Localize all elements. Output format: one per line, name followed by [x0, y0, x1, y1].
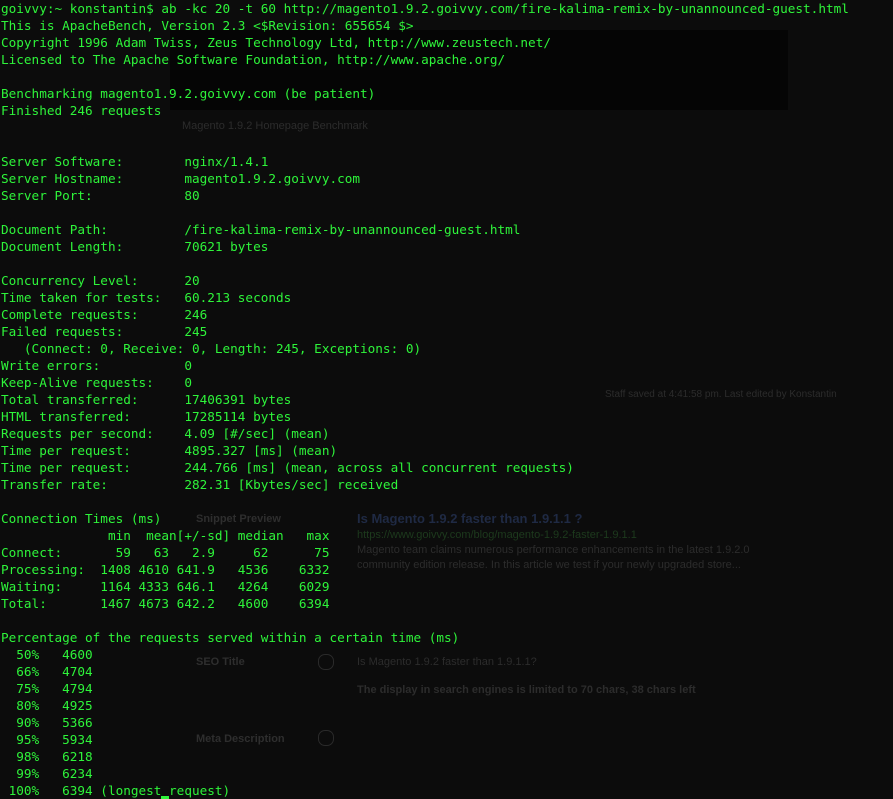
terminal-line-text: 99% 6234	[1, 766, 93, 781]
terminal-line-text: Keep-Alive requests: 0	[1, 375, 192, 390]
terminal-line: min mean[+/-sd] median max	[1, 527, 849, 544]
terminal-line: 100% 6394 (longest request)	[1, 782, 849, 799]
terminal-line: Server Software: nginx/1.4.1	[1, 153, 849, 170]
terminal-line: 50% 4600	[1, 646, 849, 663]
terminal-line: Server Hostname: magento1.9.2.goivvy.com	[1, 170, 849, 187]
command-prompt-line: goivvy:~ konstantin$ ab -kc 20 -t 60 htt…	[1, 0, 849, 17]
terminal-line: Time per request: 4895.327 [ms] (mean)	[1, 442, 849, 459]
terminal-line: Document Path: /fire-kalima-remix-by-una…	[1, 221, 849, 238]
terminal-line-text: Time taken for tests: 60.213 seconds	[1, 290, 292, 305]
terminal-line: Total: 1467 4673 642.2 4600 6394	[1, 595, 849, 612]
terminal-line-text: 75% 4794	[1, 681, 93, 696]
terminal-line: 99% 6234	[1, 765, 849, 782]
terminal-line-text: Concurrency Level: 20	[1, 273, 200, 288]
terminal-line-text: Connect: 59 63 2.9 62 75	[1, 545, 330, 560]
terminal-line: Server Port: 80	[1, 187, 849, 204]
terminal-line-text: Failed requests: 245	[1, 324, 208, 339]
terminal-line-text: Licensed to The Apache Software Foundati…	[1, 52, 506, 67]
terminal-line-text: min mean[+/-sd] median max	[1, 528, 330, 543]
terminal-line: Total transferred: 17406391 bytes	[1, 391, 849, 408]
terminal-line-text: 80% 4925	[1, 698, 93, 713]
terminal-line-text: Server Software: nginx/1.4.1	[1, 154, 269, 169]
terminal-line: Document Length: 70621 bytes	[1, 238, 849, 255]
terminal-line-text: Finished 246 requests	[1, 103, 162, 118]
terminal-line: HTML transferred: 17285114 bytes	[1, 408, 849, 425]
terminal-line: Benchmarking magento1.9.2.goivvy.com (be…	[1, 85, 849, 102]
terminal-line: Processing: 1408 4610 641.9 4536 6332	[1, 561, 849, 578]
terminal-line: This is ApacheBench, Version 2.3 <$Revis…	[1, 17, 849, 34]
terminal-line-text: (Connect: 0, Receive: 0, Length: 245, Ex…	[1, 341, 422, 356]
terminal-line: 66% 4704	[1, 663, 849, 680]
terminal-line-text: Waiting: 1164 4333 646.1 4264 6029	[1, 579, 330, 594]
terminal-line-text: Transfer rate: 282.31 [Kbytes/sec] recei…	[1, 477, 399, 492]
terminal-line-text: 95% 5934	[1, 732, 93, 747]
terminal-line: 90% 5366	[1, 714, 849, 731]
terminal-line: Concurrency Level: 20	[1, 272, 849, 289]
terminal-line-text: This is ApacheBench, Version 2.3 <$Revis…	[1, 18, 414, 33]
terminal-line-text: Processing: 1408 4610 641.9 4536 6332	[1, 562, 330, 577]
terminal-line: 80% 4925	[1, 697, 849, 714]
terminal-line: Licensed to The Apache Software Foundati…	[1, 51, 849, 68]
terminal-line: Waiting: 1164 4333 646.1 4264 6029	[1, 578, 849, 595]
terminal-line-text: Document Path: /fire-kalima-remix-by-una…	[1, 222, 521, 237]
terminal-line: 75% 4794	[1, 680, 849, 697]
terminal-line: (Connect: 0, Receive: 0, Length: 245, Ex…	[1, 340, 849, 357]
terminal-line: Connect: 59 63 2.9 62 75	[1, 544, 849, 561]
terminal-line-text: Total transferred: 17406391 bytes	[1, 392, 292, 407]
terminal-line: Write errors: 0	[1, 357, 849, 374]
terminal-line: Connection Times (ms)	[1, 510, 849, 527]
terminal-line: Copyright 1996 Adam Twiss, Zeus Technolo…	[1, 34, 849, 51]
terminal-line: Time per request: 244.766 [ms] (mean, ac…	[1, 459, 849, 476]
terminal-line: 95% 5934	[1, 731, 849, 748]
terminal-line-text: Complete requests: 246	[1, 307, 208, 322]
terminal-line: Failed requests: 245	[1, 323, 849, 340]
terminal-line-text: 66% 4704	[1, 664, 93, 679]
terminal-line-text: HTML transferred: 17285114 bytes	[1, 409, 292, 424]
terminal-line-text: Server Port: 80	[1, 188, 200, 203]
terminal-line-text: Total: 1467 4673 642.2 4600 6394	[1, 596, 330, 611]
terminal-line-text: goivvy:~ konstantin$ ab -kc 20 -t 60 htt…	[1, 1, 849, 16]
terminal-line: Requests per second: 4.09 [#/sec] (mean)	[1, 425, 849, 442]
terminal-line: Transfer rate: 282.31 [Kbytes/sec] recei…	[1, 476, 849, 493]
terminal-line: Complete requests: 246	[1, 306, 849, 323]
terminal-line-text: Document Length: 70621 bytes	[1, 239, 269, 254]
terminal-line-text: Connection Times (ms)	[1, 511, 162, 526]
terminal-line-text: 98% 6218	[1, 749, 93, 764]
terminal-line-text: 90% 5366	[1, 715, 93, 730]
terminal-line-text: Write errors: 0	[1, 358, 192, 373]
terminal-line-text: Time per request: 244.766 [ms] (mean, ac…	[1, 460, 574, 475]
terminal-line-text: Time per request: 4895.327 [ms] (mean)	[1, 443, 338, 458]
terminal-output[interactable]: goivvy:~ konstantin$ ab -kc 20 -t 60 htt…	[1, 0, 849, 799]
terminal-line: Finished 246 requests	[1, 102, 849, 119]
terminal-line-text: 50% 4600	[1, 647, 93, 662]
terminal-line-text: Server Hostname: magento1.9.2.goivvy.com	[1, 171, 361, 186]
terminal-line: Time taken for tests: 60.213 seconds	[1, 289, 849, 306]
terminal-line: Percentage of the requests served within…	[1, 629, 849, 646]
terminal-line-text: 100% 6394 (longest request)	[1, 783, 231, 798]
terminal-line: 98% 6218	[1, 748, 849, 765]
terminal-line-text: Copyright 1996 Adam Twiss, Zeus Technolo…	[1, 35, 551, 50]
terminal-line: Keep-Alive requests: 0	[1, 374, 849, 391]
terminal-line-text: Benchmarking magento1.9.2.goivvy.com (be…	[1, 86, 376, 101]
terminal-line-text: Percentage of the requests served within…	[1, 630, 460, 645]
terminal-line-text: Requests per second: 4.09 [#/sec] (mean)	[1, 426, 330, 441]
